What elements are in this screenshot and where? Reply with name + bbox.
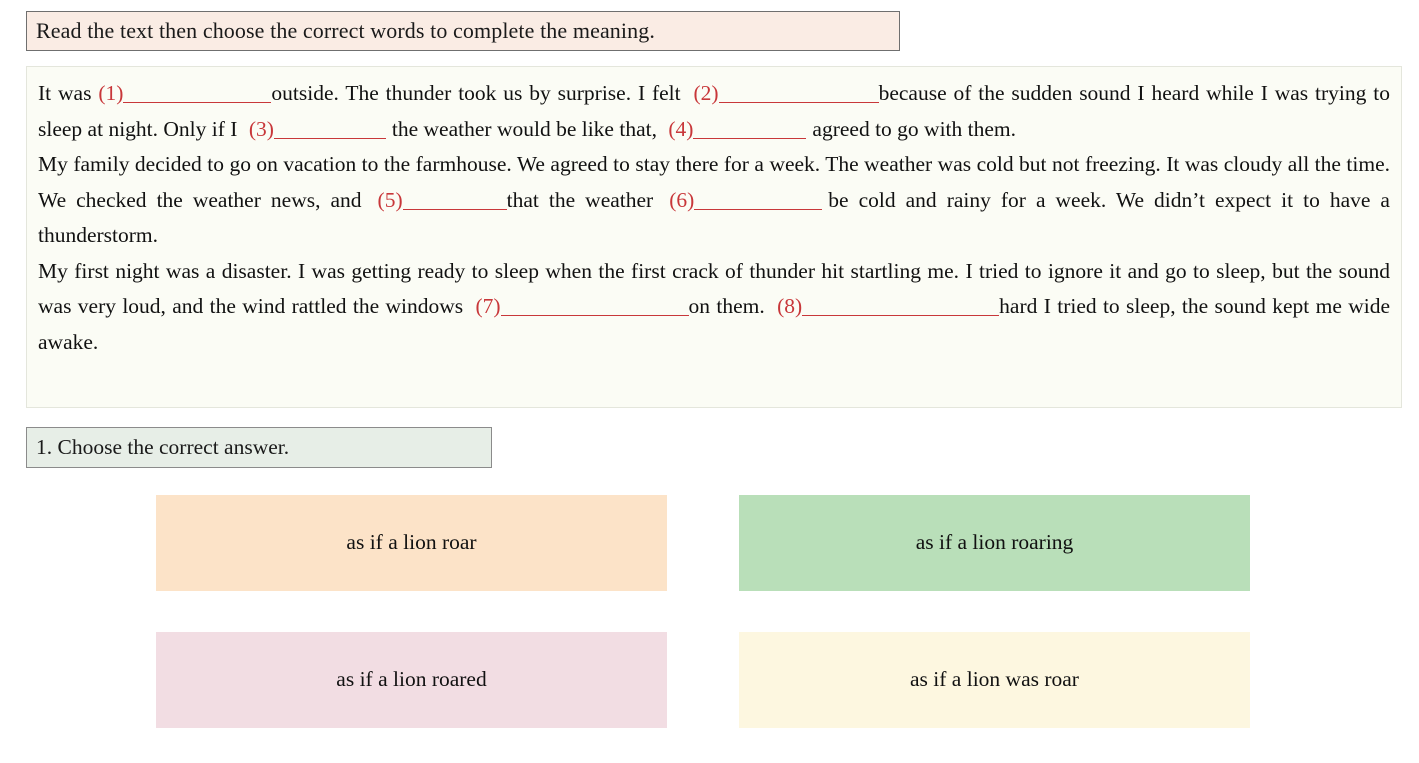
passage-paragraph: My first night was a disaster. I was get… [38,254,1390,361]
passage-text: It was [38,81,99,105]
answer-blank[interactable] [694,189,823,210]
blank-number: (4) [668,116,694,141]
answer-option-label: as if a lion roaring [915,530,1074,555]
reading-passage: It was (1) outside. The thunder took us b… [26,66,1402,408]
answer-options: as if a lion roar as if a lion roaring as … [156,495,1252,729]
answer-blank[interactable] [273,118,386,139]
answer-option[interactable]: as if a lion was roar [739,632,1250,728]
blank-number: (5) [377,187,403,212]
answer-blank[interactable] [718,82,879,103]
blank-number: (8) [777,294,803,318]
blank-number: (6) [669,187,695,212]
answer-blank[interactable] [500,295,689,316]
passage-text: agreed to go with them. [812,116,1017,141]
exercise-page: Read the text then choose the correct wo… [0,0,1419,763]
answer-option[interactable]: as if a lion roared [156,632,667,728]
blank-number: (7) [475,294,501,318]
answer-blank[interactable] [402,189,507,210]
blank-number: (2) [693,81,719,105]
passage-text: the weather would be like that, [391,116,663,141]
passage-text: outside. The thunder took us by surprise… [271,81,688,105]
passage-paragraph: It was (1) outside. The thunder took us b… [38,76,1390,147]
answer-option-label: as if a lion roared [336,667,487,692]
instruction-banner: Read the text then choose the correct wo… [26,11,900,51]
passage-paragraph: My family decided to go on vacation to t… [38,147,1390,254]
blank-number: (3) [248,116,274,141]
answer-option[interactable]: as if a lion roar [156,495,667,591]
answer-blank[interactable] [802,295,1000,316]
question-label-text: 1. Choose the correct answer. [36,435,290,459]
answer-blank[interactable] [123,82,272,103]
answer-option-label: as if a lion roar [346,530,477,555]
passage-text: on them. [688,294,772,318]
answer-option[interactable]: as if a lion roaring [739,495,1250,591]
question-label: 1. Choose the correct answer. [26,427,492,468]
instruction-text: Read the text then choose the correct wo… [36,17,655,43]
answer-blank[interactable] [693,118,807,139]
passage-text: that the weather [506,187,664,212]
blank-number: (1) [98,81,124,105]
answer-option-label: as if a lion was roar [910,667,1079,692]
